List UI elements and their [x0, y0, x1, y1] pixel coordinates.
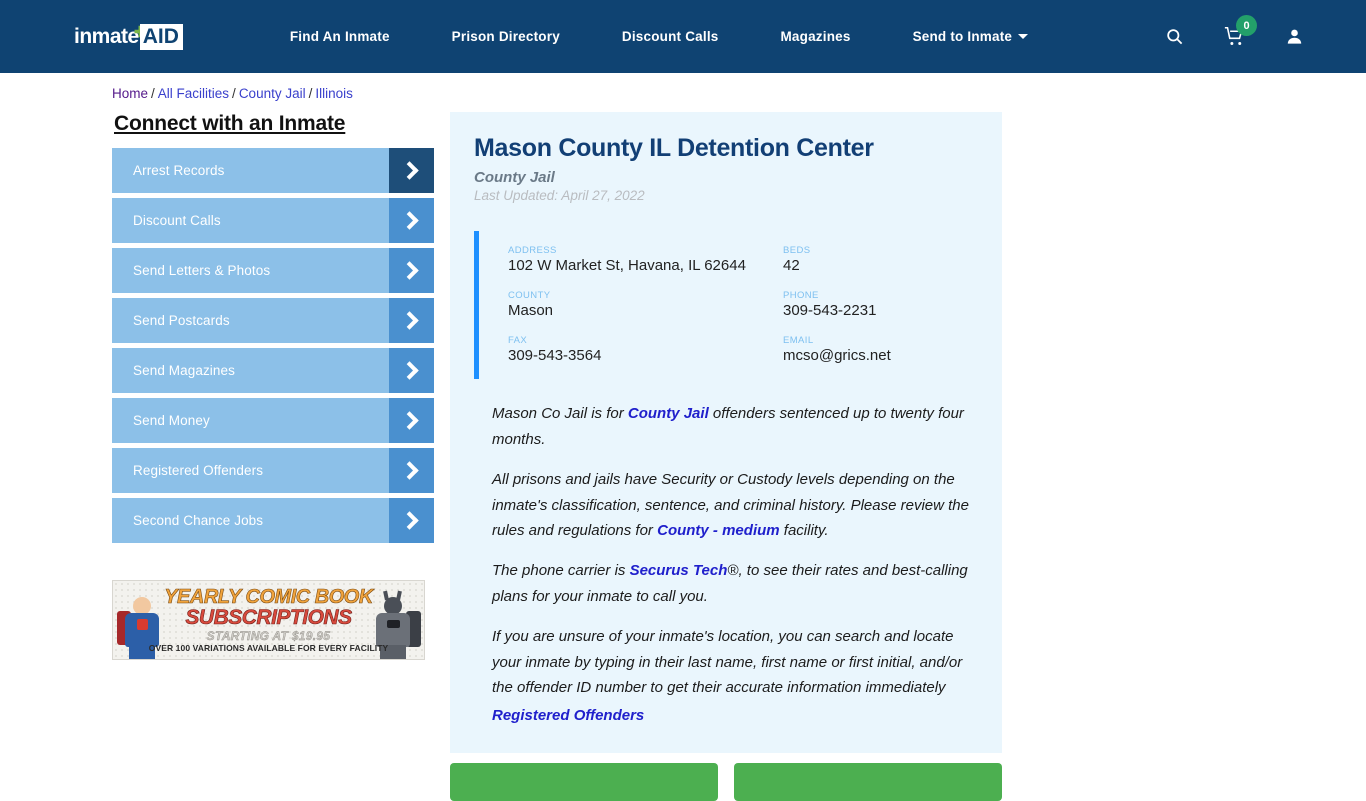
header-icon-group: 0 — [1165, 0, 1304, 73]
sidebar-item-label: Second Chance Jobs — [133, 513, 264, 528]
breadcrumb: Home / All Facilities / County Jail / Illinois — [112, 86, 353, 101]
site-logo[interactable]: inmate ✚ AID — [74, 23, 183, 50]
info-value: mcso@grics.net — [783, 346, 891, 364]
nav-label: Find An Inmate — [289, 29, 390, 44]
nav-label: Prison Directory — [451, 29, 560, 44]
chevron-right-icon — [389, 348, 434, 393]
text-segment: If you are unsure of your inmate's locat… — [492, 627, 963, 697]
cart-icon[interactable]: 0 — [1224, 15, 1257, 47]
chevron-down-icon — [1018, 34, 1029, 39]
info-label: PHONE — [783, 289, 819, 301]
nav-item-prison-directory[interactable]: Prison Directory — [421, 29, 591, 44]
sidebar-item-discount-calls[interactable]: Discount Calls — [112, 198, 434, 243]
sidebar-item-label: Send Money — [133, 413, 210, 428]
info-value: Mason — [508, 301, 554, 319]
nav-item-magazines[interactable]: Magazines — [749, 29, 881, 44]
info-field-county: COUNTY Mason — [508, 290, 783, 321]
facility-type: County Jail — [474, 169, 555, 186]
text-segment: Mason Co Jail is for — [492, 405, 628, 423]
sidebar-item-registered-offenders[interactable]: Registered Offenders — [112, 448, 434, 493]
facility-detail-card: Mason County IL Detention Center County … — [450, 112, 1002, 753]
nav-item-send-to-inmate[interactable]: Send to Inmate — [882, 29, 1060, 44]
page-title: Mason County IL Detention Center — [474, 134, 874, 162]
cart-count-badge: 0 — [1236, 15, 1257, 36]
info-value: 102 W Market St, Havana, IL 62644 — [508, 257, 746, 274]
nav-item-find-an-inmate[interactable]: Find An Inmate — [259, 29, 421, 44]
chevron-right-icon — [389, 448, 434, 493]
link-county-medium[interactable]: County - medium — [657, 522, 780, 539]
sidebar-item-label: Arrest Records — [133, 163, 225, 178]
ad-price-text: STARTING AT $19.95 — [206, 629, 331, 643]
green-action-button-left[interactable] — [450, 763, 718, 801]
sidebar-item-arrest-records[interactable]: Arrest Records — [112, 148, 434, 193]
chevron-right-icon — [389, 298, 434, 343]
comic-book-subscription-ad[interactable]: YEARLY COMIC BOOK SUBSCRIPTIONS STARTING… — [112, 580, 425, 660]
info-label: COUNTY — [508, 289, 551, 301]
search-icon[interactable] — [1165, 27, 1184, 46]
info-field-email: EMAIL mcso@grics.net — [783, 335, 978, 366]
sidebar-item-label: Send Letters & Photos — [133, 263, 271, 278]
ad-subtext: OVER 100 VARIATIONS AVAILABLE FOR EVERY … — [148, 643, 389, 653]
breadcrumb-separator: / — [232, 86, 236, 101]
logo-text-inmate: inmate — [74, 24, 139, 48]
chevron-right-icon — [389, 498, 434, 543]
sidebar-item-send-postcards[interactable]: Send Postcards — [112, 298, 434, 343]
chevron-right-icon — [389, 198, 434, 243]
info-field-beds: BEDS 42 — [783, 245, 978, 276]
sidebar-item-send-letters-photos[interactable]: Send Letters & Photos — [112, 248, 434, 293]
info-label: FAX — [508, 334, 528, 346]
chevron-right-icon — [389, 398, 434, 443]
chevron-right-icon — [389, 148, 434, 193]
sidebar-item-second-chance-jobs[interactable]: Second Chance Jobs — [112, 498, 434, 543]
nav-item-discount-calls[interactable]: Discount Calls — [591, 29, 750, 44]
info-label: EMAIL — [783, 334, 814, 346]
info-field-fax: FAX 309-543-3564 — [508, 335, 783, 366]
sidebar-item-send-money[interactable]: Send Money — [112, 398, 434, 443]
chevron-right-icon — [389, 248, 434, 293]
nav-label: Discount Calls — [621, 29, 719, 44]
info-label: ADDRESS — [508, 245, 557, 256]
nav-label: Magazines — [780, 29, 851, 44]
info-value: 42 — [783, 257, 800, 274]
green-action-button-right[interactable] — [734, 763, 1002, 801]
link-registered-offenders[interactable]: Registered Offenders — [474, 707, 978, 724]
description-paragraph-3: The phone carrier is Securus Tech®, to s… — [492, 558, 978, 610]
link-securus-tech[interactable]: Securus Tech — [630, 562, 728, 579]
sidebar-item-send-magazines[interactable]: Send Magazines — [112, 348, 434, 393]
info-value: 309-543-2231 — [783, 301, 877, 319]
sidebar: Connect with an Inmate Arrest Records Di… — [112, 112, 434, 548]
facility-description: Mason Co Jail is for County Jail offende… — [474, 401, 978, 701]
sidebar-item-label: Discount Calls — [133, 213, 221, 228]
sidebar-item-label: Registered Offenders — [133, 463, 264, 478]
breadcrumb-separator: / — [308, 86, 313, 101]
description-paragraph-1: Mason Co Jail is for County Jail offende… — [492, 401, 978, 453]
info-field-phone: PHONE 309-543-2231 — [783, 290, 978, 321]
sidebar-item-label: Send Postcards — [133, 313, 230, 328]
user-account-icon[interactable] — [1285, 27, 1304, 46]
nav-label: Send to Inmate — [912, 29, 1013, 44]
site-header: inmate ✚ AID Find An Inmate Prison Direc… — [0, 0, 1366, 73]
text-segment: The phone carrier is — [492, 562, 630, 580]
facility-info-grid: ADDRESS 102 W Market St, Havana, IL 6264… — [474, 231, 978, 380]
info-label: BEDS — [783, 245, 811, 256]
bottom-action-buttons — [450, 763, 1002, 801]
logo-text-aid: AID — [139, 23, 183, 50]
breadcrumb-item-county-jail[interactable]: County Jail — [239, 86, 306, 101]
info-value: 309-543-3564 — [508, 346, 602, 364]
sidebar-title: Connect with an Inmate — [114, 112, 346, 135]
description-paragraph-4: If you are unsure of your inmate's locat… — [492, 624, 978, 701]
ad-headline-2: SUBSCRIPTIONS — [185, 606, 352, 630]
breadcrumb-item-home[interactable]: Home — [112, 86, 148, 101]
breadcrumb-separator: / — [151, 86, 155, 101]
main-navigation: Find An Inmate Prison Directory Discount… — [259, 29, 1059, 44]
sidebar-item-label: Send Magazines — [133, 363, 235, 378]
breadcrumb-item-illinois[interactable]: Illinois — [315, 86, 353, 101]
info-field-address: ADDRESS 102 W Market St, Havana, IL 6264… — [508, 245, 783, 276]
link-county-jail[interactable]: County Jail — [628, 405, 709, 422]
description-paragraph-2: All prisons and jails have Security or C… — [492, 467, 978, 544]
text-segment: facility. — [779, 522, 829, 540]
breadcrumb-item-all-facilities[interactable]: All Facilities — [158, 86, 229, 101]
last-updated-text: Last Updated: April 27, 2022 — [474, 188, 645, 203]
